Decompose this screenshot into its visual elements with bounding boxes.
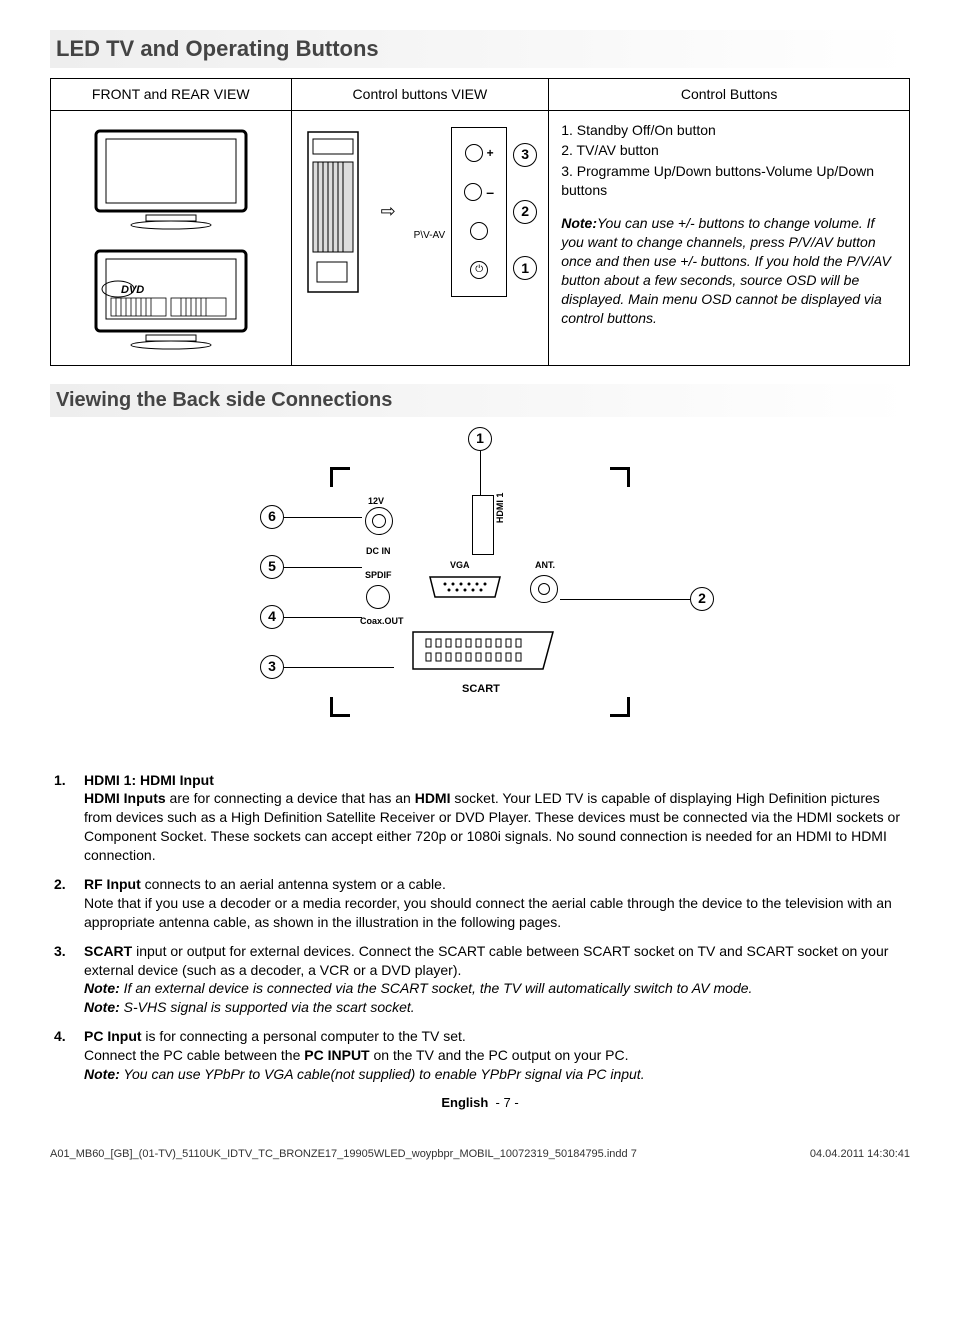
label-hdmi: HDMI 1	[494, 492, 506, 523]
label-scart: SCART	[462, 682, 500, 697]
page-footer-meta: A01_MB60_[GB]_(01-TV)_5110UK_IDTV_TC_BRO…	[50, 1141, 910, 1162]
callout-3: 3	[513, 143, 537, 167]
page-footer-center: English - 7 -	[50, 1094, 910, 1112]
vga-port-icon	[425, 572, 505, 602]
section-title-1: LED TV and Operating Buttons	[50, 30, 910, 68]
th-ctrlbtns: Control Buttons	[549, 78, 910, 110]
cell-front-rear: DVD	[51, 110, 292, 365]
rear-module-icon	[303, 127, 363, 297]
ctrl-item-1: 1. Standby Off/On button	[561, 121, 897, 140]
label-12v: 12V	[368, 495, 384, 507]
layout-table: FRONT and REAR VIEW Control buttons VIEW…	[50, 78, 910, 366]
desc-item-1: 1. HDMI 1: HDMI Input HDMI Inputs are fo…	[54, 771, 906, 865]
cell-control-view: ⇨ P\V-AV + – ⏻ 3	[291, 110, 549, 365]
ctrl-item-3: 3. Programme Up/Down buttons-Volume Up/D…	[561, 162, 897, 200]
cell-control-buttons: 1. Standby Off/On button 2. TV/AV button…	[549, 110, 910, 365]
ctrl-note: Note:You can use +/- buttons to change v…	[561, 214, 897, 327]
label-spdif: SPDIF	[365, 569, 392, 581]
scart-port-icon	[408, 627, 558, 677]
label-vga: VGA	[450, 559, 470, 571]
footer-filename: A01_MB60_[GB]_(01-TV)_5110UK_IDTV_TC_BRO…	[50, 1147, 637, 1162]
back-callout-4: 4	[260, 605, 284, 629]
back-panel-diagram: 1 2 3 4 5 6 12V DC IN SPDIF Coax.OUT HDM…	[220, 427, 740, 747]
desc-item-3: 3. SCART input or output for external de…	[54, 942, 906, 1018]
label-coax: Coax.OUT	[360, 615, 404, 627]
label-ant: ANT.	[535, 559, 555, 571]
th-ctrlview: Control buttons VIEW	[291, 78, 549, 110]
th-front: FRONT and REAR VIEW	[51, 78, 292, 110]
label-dcin: DC IN	[366, 545, 391, 557]
section-title-2: Viewing the Back side Connections	[50, 384, 910, 417]
label-pvav: P\V-AV	[414, 224, 446, 248]
description-list: 1. HDMI 1: HDMI Input HDMI Inputs are fo…	[50, 771, 910, 1084]
back-callout-3: 3	[260, 655, 284, 679]
control-panel: + – ⏻	[451, 127, 507, 297]
tv-front-icon	[86, 123, 256, 233]
desc-item-4: 4. PC Input is for connecting a personal…	[54, 1027, 906, 1084]
back-callout-1: 1	[468, 427, 492, 451]
back-callout-5: 5	[260, 555, 284, 579]
back-callout-6: 6	[260, 505, 284, 529]
desc-item-2: 2. RF Input connects to an aerial antenn…	[54, 875, 906, 932]
callout-1: 1	[513, 256, 537, 280]
footer-timestamp: 04.04.2011 14:30:41	[810, 1147, 910, 1162]
back-callout-2: 2	[690, 587, 714, 611]
ctrl-item-2: 2. TV/AV button	[561, 141, 897, 160]
callout-2: 2	[513, 200, 537, 224]
tv-rear-icon: DVD	[86, 243, 256, 353]
